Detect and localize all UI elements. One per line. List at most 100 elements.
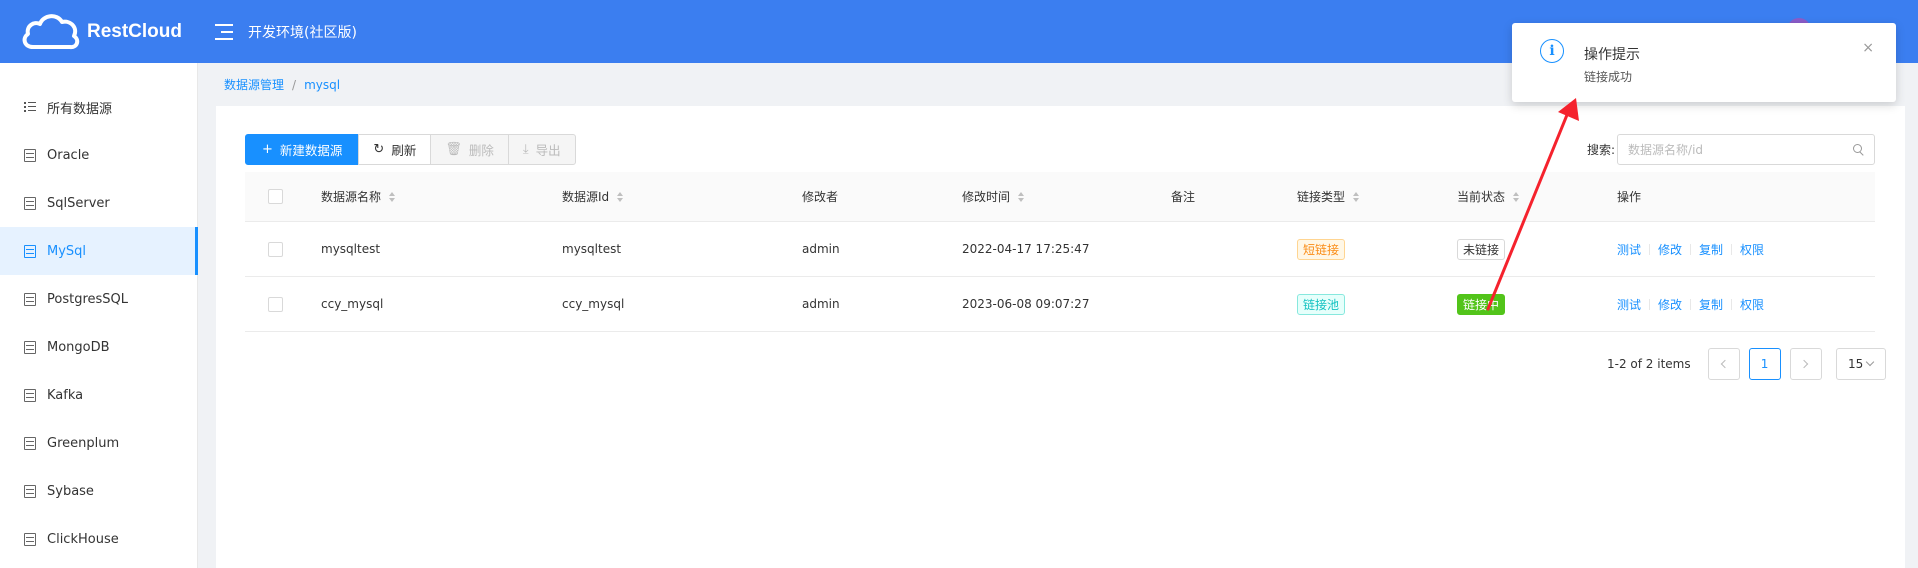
cell-modifier: admin xyxy=(802,297,840,311)
sidebar-item-greenplum[interactable]: Greenplum xyxy=(0,419,197,467)
breadcrumb: 数据源管理 / mysql xyxy=(224,76,340,93)
test-link[interactable]: 测试 xyxy=(1617,296,1641,313)
select-all-checkbox-cell xyxy=(268,189,283,204)
search-box xyxy=(1617,134,1876,165)
chevron-right-icon xyxy=(1799,359,1809,369)
database-icon xyxy=(24,148,36,162)
pagination: 1-2 of 2 items 1 15 xyxy=(1607,348,1886,380)
search-icon[interactable] xyxy=(1853,144,1864,155)
row-checkbox-cell xyxy=(268,296,283,312)
database-icon xyxy=(24,436,36,450)
column-header-modified-time[interactable]: 修改时间 xyxy=(962,188,1025,205)
cell-ops: 测试 修改 复制 权限 xyxy=(1617,241,1764,258)
notification-title: 操作提示 xyxy=(1584,47,1640,63)
notification: i 操作提示 链接成功 × xyxy=(1512,23,1896,102)
refresh-button[interactable]: ↻ 刷新 xyxy=(358,134,432,165)
column-header-link-type[interactable]: 链接类型 xyxy=(1297,188,1360,205)
delete-button[interactable]: 🗑 删除 xyxy=(430,134,509,165)
divider xyxy=(1731,243,1733,255)
sort-icon[interactable] xyxy=(389,191,396,202)
sidebar-item-kafka[interactable]: Kafka xyxy=(0,371,197,419)
column-header-label: 链接类型 xyxy=(1297,190,1346,204)
row-checkbox[interactable] xyxy=(268,241,283,257)
next-page-button[interactable] xyxy=(1789,348,1822,380)
sidebar-item-clickhouse[interactable]: ClickHouse xyxy=(0,515,197,563)
environment-title: 开发环境(社区版) xyxy=(248,24,357,41)
sidebar-item-sybase[interactable]: Sybase xyxy=(0,467,197,515)
database-icon xyxy=(24,484,36,498)
column-header-modifier: 修改者 xyxy=(802,188,838,205)
sidebar-item-label: 所有数据源 xyxy=(47,101,113,117)
menu-fold-icon[interactable] xyxy=(215,23,233,40)
permission-link[interactable]: 权限 xyxy=(1740,241,1764,258)
table-header: 数据源名称 数据源Id 修改者 修改时间 备注 链接类型 当前状态 操作 xyxy=(245,172,1875,222)
cell-ops: 测试 修改 复制 权限 xyxy=(1617,296,1764,313)
test-link[interactable]: 测试 xyxy=(1617,241,1641,258)
sort-icon[interactable] xyxy=(1018,191,1025,202)
sort-icon[interactable] xyxy=(1513,191,1520,202)
sidebar-item-oracle[interactable]: Oracle xyxy=(0,131,197,179)
cell-modified-time: 2022-04-17 17:25:47 xyxy=(962,242,1090,256)
cell-id: mysqltest xyxy=(562,242,622,256)
database-icon xyxy=(24,532,36,546)
chevron-down-icon xyxy=(1866,357,1875,367)
column-header-label: 修改时间 xyxy=(962,190,1011,204)
chevron-left-icon xyxy=(1720,359,1730,369)
divider xyxy=(1649,243,1651,255)
breadcrumb-root[interactable]: 数据源管理 xyxy=(224,78,284,92)
table-row: ccy_mysql ccy_mysql admin 2023-06-08 09:… xyxy=(245,277,1875,332)
database-icon xyxy=(24,292,36,306)
search-input[interactable] xyxy=(1628,142,1829,157)
sidebar-item-postgressql[interactable]: PostgresSQL xyxy=(0,275,197,323)
row-checkbox[interactable] xyxy=(268,296,283,312)
copy-link[interactable]: 复制 xyxy=(1699,241,1723,258)
copy-link[interactable]: 复制 xyxy=(1699,296,1723,313)
info-icon: i xyxy=(1540,39,1564,63)
breadcrumb-current[interactable]: mysql xyxy=(304,78,340,92)
row-checkbox-cell xyxy=(268,241,283,257)
page-button[interactable]: 1 xyxy=(1748,348,1781,380)
export-button[interactable]: ⤓ 导出 xyxy=(507,134,576,165)
column-header-label: 数据源Id xyxy=(562,190,610,204)
cell-modifier: admin xyxy=(802,242,840,256)
edit-link[interactable]: 修改 xyxy=(1658,296,1682,313)
datasource-table: 数据源名称 数据源Id 修改者 修改时间 备注 链接类型 当前状态 操作 mys… xyxy=(245,172,1875,332)
database-icon xyxy=(24,340,36,354)
close-icon[interactable]: × xyxy=(1862,40,1874,56)
sort-icon[interactable] xyxy=(1353,191,1360,202)
delete-label: 删除 xyxy=(468,143,494,158)
column-header-label: 数据源名称 xyxy=(321,190,382,204)
table-row: mysqltest mysqltest admin 2022-04-17 17:… xyxy=(245,222,1875,277)
trash-icon: 🗑 xyxy=(445,142,462,157)
sort-icon[interactable] xyxy=(617,191,624,202)
sidebar-item-mysql[interactable]: MySql xyxy=(0,227,198,275)
search-label: 搜索: xyxy=(1587,143,1616,157)
permission-link[interactable]: 权限 xyxy=(1740,296,1764,313)
plus-icon: + xyxy=(262,142,273,157)
select-all-checkbox[interactable] xyxy=(268,189,283,204)
sidebar-item-mongodb[interactable]: MongoDB xyxy=(0,323,197,371)
link-type-tag: 短链接 xyxy=(1297,238,1346,260)
breadcrumb-separator: / xyxy=(292,78,297,92)
sidebar-item-label: MySql xyxy=(47,243,87,259)
logo[interactable]: RestCloud xyxy=(19,7,209,57)
prev-page-button[interactable] xyxy=(1707,348,1740,380)
sidebar-item-all-datasources[interactable]: 所有数据源 xyxy=(0,83,197,131)
column-header-name[interactable]: 数据源名称 xyxy=(321,188,396,205)
column-header-label: 备注 xyxy=(1171,190,1196,204)
page-size-select[interactable]: 15 xyxy=(1835,348,1886,380)
edit-link[interactable]: 修改 xyxy=(1658,241,1682,258)
sidebar-item-sqlserver[interactable]: SqlServer xyxy=(0,179,197,227)
new-datasource-label: 新建数据源 xyxy=(279,143,343,158)
page-size-value: 15 xyxy=(1847,357,1864,371)
new-datasource-button[interactable]: + 新建数据源 xyxy=(245,134,360,165)
logo-text: RestCloud xyxy=(87,20,182,42)
link-type-tag: 链接池 xyxy=(1297,293,1346,315)
divider xyxy=(1690,243,1692,255)
column-header-status[interactable]: 当前状态 xyxy=(1457,188,1520,205)
sidebar-item-label: ClickHouse xyxy=(47,531,119,547)
column-header-label: 当前状态 xyxy=(1457,190,1506,204)
refresh-icon: ↻ xyxy=(373,142,385,157)
sidebar-item-label: Oracle xyxy=(47,147,90,163)
column-header-id[interactable]: 数据源Id xyxy=(562,188,624,205)
